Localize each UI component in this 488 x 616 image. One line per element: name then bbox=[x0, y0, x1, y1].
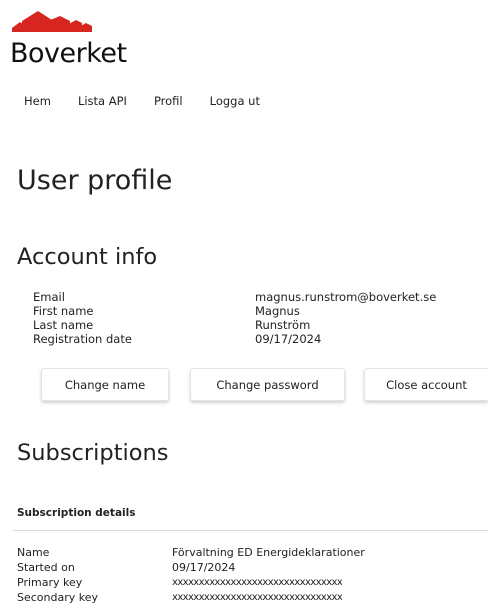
account-info-list: Email magnus.runstrom@boverket.se First … bbox=[33, 290, 488, 346]
last-name-value: Runström bbox=[255, 318, 311, 332]
subscription-details-list: Name Förvaltning ED Energideklarationer … bbox=[17, 545, 488, 605]
field-label: Last name bbox=[33, 318, 94, 332]
divider bbox=[13, 530, 488, 531]
nav-item-lista-api[interactable]: Lista API bbox=[78, 93, 127, 109]
subscriptions-heading: Subscriptions bbox=[17, 440, 169, 466]
subscription-row-primary-key: Primary key xxxxxxxxxxxxxxxxxxxxxxxxxxxx… bbox=[17, 575, 488, 590]
account-row-registration-date: Registration date 09/17/2024 bbox=[33, 332, 488, 346]
field-label: First name bbox=[33, 304, 94, 318]
primary-key-value: xxxxxxxxxxxxxxxxxxxxxxxxxxxxxxxx bbox=[172, 577, 343, 588]
email-value: magnus.runstrom@boverket.se bbox=[255, 290, 437, 304]
nav-item-profil[interactable]: Profil bbox=[154, 93, 183, 109]
field-label: Registration date bbox=[33, 332, 132, 346]
main-nav: Hem Lista API Profil Logga ut bbox=[24, 93, 287, 109]
started-on-value: 09/17/2024 bbox=[172, 561, 236, 574]
page-title: User profile bbox=[17, 165, 173, 196]
brand-name: Boverket bbox=[10, 38, 127, 69]
field-label: Secondary key bbox=[17, 591, 99, 604]
field-label: Started on bbox=[17, 561, 75, 574]
account-actions: Change name Change password Close accoun… bbox=[0, 368, 488, 404]
subscription-row-name: Name Förvaltning ED Energideklarationer bbox=[17, 545, 488, 560]
account-row-first-name: First name Magnus bbox=[33, 304, 488, 318]
boverket-logo[interactable]: Boverket bbox=[10, 8, 140, 70]
first-name-value: Magnus bbox=[255, 304, 300, 318]
subscription-row-secondary-key: Secondary key xxxxxxxxxxxxxxxxxxxxxxxxxx… bbox=[17, 590, 488, 605]
secondary-key-value: xxxxxxxxxxxxxxxxxxxxxxxxxxxxxxxx bbox=[172, 592, 343, 603]
house-roofs-icon bbox=[12, 11, 92, 32]
subscription-name-value: Förvaltning ED Energideklarationer bbox=[172, 546, 365, 559]
change-password-button[interactable]: Change password bbox=[190, 368, 345, 401]
field-label: Name bbox=[17, 546, 50, 559]
account-row-last-name: Last name Runström bbox=[33, 318, 488, 332]
subscription-details-heading: Subscription details bbox=[17, 507, 136, 519]
account-row-email: Email magnus.runstrom@boverket.se bbox=[33, 290, 488, 304]
nav-item-logga-ut[interactable]: Logga ut bbox=[210, 93, 260, 109]
nav-item-hem[interactable]: Hem bbox=[24, 93, 51, 109]
close-account-button[interactable]: Close account bbox=[364, 368, 488, 401]
field-label: Primary key bbox=[17, 576, 83, 589]
subscription-row-started-on: Started on 09/17/2024 bbox=[17, 560, 488, 575]
account-info-heading: Account info bbox=[17, 244, 158, 270]
field-label: Email bbox=[33, 290, 65, 304]
change-name-button[interactable]: Change name bbox=[41, 368, 169, 401]
registration-date-value: 09/17/2024 bbox=[255, 332, 322, 346]
